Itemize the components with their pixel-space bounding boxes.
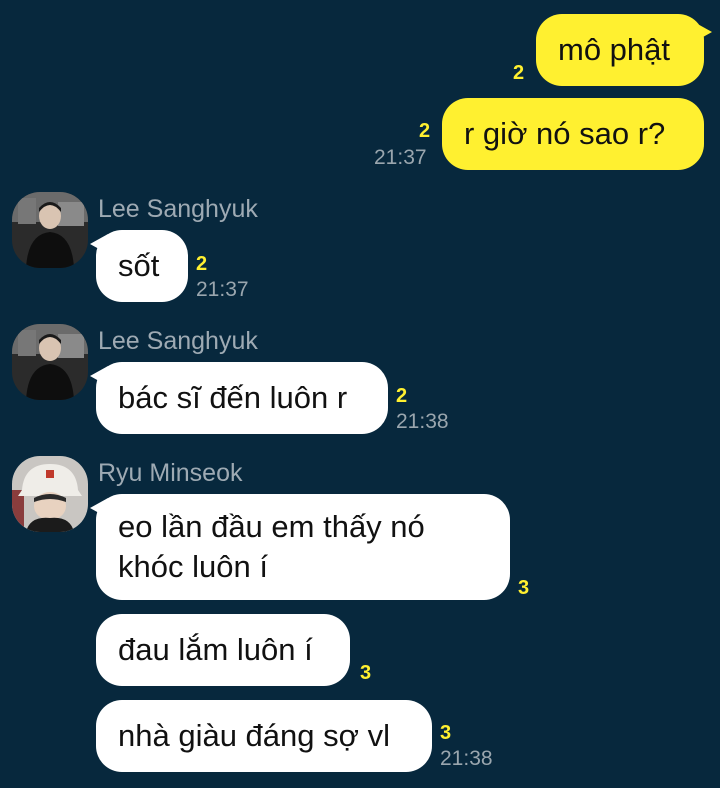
unread-count: 3 — [360, 662, 372, 684]
message-text-line: khóc luôn í — [118, 549, 268, 584]
sender-name: Ryu Minseok — [98, 459, 243, 487]
unread-count: 2 — [513, 62, 525, 84]
avatar-lee-sanghyuk[interactable] — [12, 324, 88, 400]
unread-count: 3 — [440, 722, 452, 744]
person-avatar-icon — [12, 192, 88, 268]
person-avatar-icon — [12, 324, 88, 400]
message-bubble-outgoing[interactable]: r giờ nó sao r? — [442, 98, 704, 170]
unread-count: 2 — [196, 253, 208, 275]
avatar-lee-sanghyuk[interactable] — [12, 192, 88, 268]
message-bubble-incoming[interactable]: nhà giàu đáng sợ vl — [96, 700, 432, 772]
unread-count: 2 — [396, 385, 408, 407]
message-text: r giờ nó sao r? — [464, 116, 666, 151]
timestamp: 21:37 — [374, 146, 427, 169]
message-bubble-incoming[interactable]: eo lần đầu em thấy nó khóc luôn í — [96, 494, 510, 600]
message-bubble-incoming[interactable]: sốt — [96, 230, 188, 302]
message-text: bác sĩ đến luôn r — [118, 380, 348, 415]
unread-count: 3 — [518, 577, 530, 599]
unread-count: 2 — [419, 120, 431, 142]
sender-name: Lee Sanghyuk — [98, 327, 258, 355]
message-text: đau lắm luôn í — [118, 632, 313, 667]
timestamp: 21:37 — [196, 278, 249, 301]
timestamp: 21:38 — [440, 747, 493, 770]
message-bubble-outgoing[interactable]: mô phật — [536, 14, 704, 86]
message-bubble-incoming[interactable]: bác sĩ đến luôn r — [96, 362, 388, 434]
message-text-line: eo lần đầu em thấy nó — [118, 509, 425, 544]
message-bubble-incoming[interactable]: đau lắm luôn í — [96, 614, 350, 686]
person-hat-avatar-icon — [12, 456, 88, 532]
message-text: mô phật — [558, 32, 671, 67]
sender-name: Lee Sanghyuk — [98, 195, 258, 223]
avatar-ryu-minseok[interactable] — [12, 456, 88, 532]
message-text: nhà giàu đáng sợ vl — [118, 718, 390, 753]
timestamp: 21:38 — [396, 410, 449, 433]
message-text: sốt — [118, 248, 160, 283]
